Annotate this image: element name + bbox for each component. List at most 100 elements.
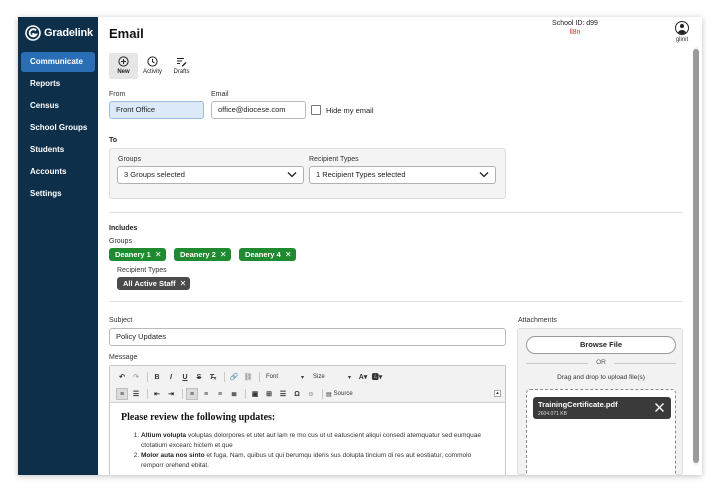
- group-chip-deanery-1: Deanery 1 ✕: [109, 248, 166, 261]
- recipient-chip-all-active-staff: All Active Staff ✕: [117, 277, 191, 290]
- remove-chip-icon[interactable]: ✕: [180, 277, 187, 290]
- plus-circle-icon: [118, 56, 129, 67]
- font-select[interactable]: Font ▾: [263, 372, 307, 383]
- file-size: 2604.071 KB: [538, 411, 567, 417]
- toolbar-row-2: ≡ ☰ ⇤ ⇥ ≡ ≡ ≡ ≣ ▣ ⊞ ☰ Ω ☺ ▤ Source: [116, 387, 355, 401]
- email-field[interactable]: office@diocese.com: [211, 101, 306, 119]
- sidebar: Gradelink Communicate Reports Census Sch…: [18, 17, 98, 475]
- new-button[interactable]: New: [109, 53, 138, 79]
- align-left-icon[interactable]: ≡: [186, 388, 198, 400]
- source-button[interactable]: ▤ Source: [326, 388, 353, 400]
- numbered-list-icon[interactable]: ≡: [116, 388, 128, 400]
- remove-file-icon[interactable]: [654, 402, 665, 413]
- drafts-icon: [177, 58, 187, 67]
- background-color-icon[interactable]: 🅰▾: [371, 371, 383, 383]
- sidebar-item-school-groups[interactable]: School Groups: [21, 118, 95, 138]
- attachments-label: Attachments: [518, 317, 557, 324]
- sidebar-item-students[interactable]: Students: [21, 140, 95, 160]
- sidebar-nav: Communicate Reports Census School Groups…: [21, 52, 95, 206]
- bulleted-list-icon[interactable]: ☰: [130, 388, 142, 400]
- remove-chip-icon[interactable]: ✕: [155, 248, 162, 261]
- unlink-icon[interactable]: ⛓: [242, 371, 254, 383]
- from-label: From: [109, 91, 126, 98]
- page-scrollbar[interactable]: [693, 47, 699, 465]
- school-info: School ID: d99 ll8n: [540, 20, 610, 36]
- redo-icon[interactable]: ↷: [130, 371, 142, 383]
- clear-format-icon[interactable]: T̶ₓ: [207, 371, 219, 383]
- attachments-panel: Browse File OR Drag and drop to upload f…: [517, 328, 683, 475]
- toolbar-row-1: ↶ ↷ B I U S T̶ₓ 🔗 ⛓ Font ▾ Size ▾ A▾ 🅰▾: [116, 370, 385, 384]
- school-id: School ID: d99: [552, 20, 598, 27]
- brand-logo[interactable]: Gradelink: [25, 24, 93, 42]
- to-panel: Groups 3 Groups selected Recipient Types…: [109, 148, 506, 199]
- collapse-toolbar-icon[interactable]: ▴: [494, 390, 501, 397]
- sidebar-item-communicate[interactable]: Communicate: [21, 52, 95, 72]
- groups-label: Groups: [118, 156, 141, 163]
- groups-select[interactable]: 3 Groups selected: [117, 166, 304, 184]
- outdent-icon[interactable]: ⇤: [151, 388, 163, 400]
- includes-recipient-types-label: Recipient Types: [117, 267, 167, 274]
- hide-email-option[interactable]: Hide my email: [311, 105, 374, 115]
- caret-down-icon: ▾: [347, 374, 351, 381]
- includes-label: Includes: [109, 225, 138, 232]
- sidebar-item-reports[interactable]: Reports: [21, 74, 95, 94]
- subject-label: Subject: [109, 317, 133, 324]
- align-right-icon[interactable]: ≡: [214, 388, 226, 400]
- align-center-icon[interactable]: ≡: [200, 388, 212, 400]
- underline-icon[interactable]: U: [179, 371, 191, 383]
- horizontal-line-icon[interactable]: ☰: [277, 388, 289, 400]
- activity-button[interactable]: Activity: [138, 53, 167, 79]
- remove-chip-icon[interactable]: ✕: [285, 248, 292, 261]
- editor-content[interactable]: Please review the following updates: Alt…: [110, 403, 505, 471]
- text-color-icon[interactable]: A▾: [357, 371, 369, 383]
- browse-file-button[interactable]: Browse File: [526, 336, 676, 354]
- editor-toolbar: ↶ ↷ B I U S T̶ₓ 🔗 ⛓ Font▾ Size▾ A▾ 🅰▾: [110, 366, 505, 403]
- main-content: Email School ID: d99 ll8n glinit New Act…: [98, 17, 702, 475]
- recipient-types-select[interactable]: 1 Recipient Types selected: [309, 166, 496, 184]
- section-divider: [109, 301, 683, 302]
- from-field[interactable]: Front Office: [109, 101, 204, 119]
- drag-drop-hint: Drag and drop to upload file(s): [557, 374, 645, 381]
- drafts-button[interactable]: Drafts: [167, 53, 196, 79]
- image-icon[interactable]: ▣: [249, 388, 261, 400]
- clock-icon: [147, 56, 158, 67]
- or-separator: OR: [526, 359, 676, 366]
- hide-email-label: Hide my email: [326, 105, 374, 115]
- emoji-icon[interactable]: ☺: [305, 388, 317, 400]
- message-editor: ↶ ↷ B I U S T̶ₓ 🔗 ⛓ Font▾ Size▾ A▾ 🅰▾: [109, 365, 506, 475]
- sidebar-item-census[interactable]: Census: [21, 96, 95, 116]
- bold-icon[interactable]: B: [151, 371, 163, 383]
- group-chip-deanery-4: Deanery 4 ✕: [239, 248, 296, 261]
- link-icon[interactable]: 🔗: [228, 371, 240, 383]
- user-avatar-icon: [675, 21, 689, 35]
- sidebar-item-accounts[interactable]: Accounts: [21, 162, 95, 182]
- mode-tabs: New Activity Drafts: [109, 53, 196, 79]
- scrollbar-thumb[interactable]: [693, 49, 699, 463]
- undo-icon[interactable]: ↶: [116, 371, 128, 383]
- sidebar-item-settings[interactable]: Settings: [21, 184, 95, 204]
- section-divider: [109, 212, 683, 213]
- app-window: Gradelink Communicate Reports Census Sch…: [18, 17, 702, 475]
- remove-chip-icon[interactable]: ✕: [220, 248, 227, 261]
- includes-groups-label: Groups: [109, 238, 132, 245]
- message-label: Message: [109, 354, 138, 361]
- special-character-icon[interactable]: Ω: [291, 388, 303, 400]
- align-justify-icon[interactable]: ≣: [228, 388, 240, 400]
- file-dropzone[interactable]: TrainingCertificate.pdf 2604.071 KB: [526, 389, 676, 475]
- indent-icon[interactable]: ⇥: [165, 388, 177, 400]
- message-heading: Please review the following updates:: [121, 412, 276, 423]
- strikethrough-icon[interactable]: S: [193, 371, 205, 383]
- file-name: TrainingCertificate.pdf: [538, 400, 618, 409]
- hide-email-checkbox[interactable]: [311, 105, 321, 115]
- subject-field[interactable]: Policy Updates: [109, 328, 506, 346]
- source-icon: ▤: [326, 391, 332, 398]
- gradelink-logo-icon: [25, 25, 41, 41]
- table-icon[interactable]: ⊞: [263, 388, 275, 400]
- list-item: Molor auta nos sinto et fuga. Nam, quibu…: [141, 451, 495, 471]
- email-label: Email: [211, 91, 229, 98]
- chevron-down-icon: [287, 172, 297, 178]
- size-select[interactable]: Size ▾: [310, 372, 354, 383]
- italic-icon[interactable]: I: [165, 371, 177, 383]
- user-menu[interactable]: glinit: [671, 21, 693, 43]
- to-label: To: [109, 137, 118, 144]
